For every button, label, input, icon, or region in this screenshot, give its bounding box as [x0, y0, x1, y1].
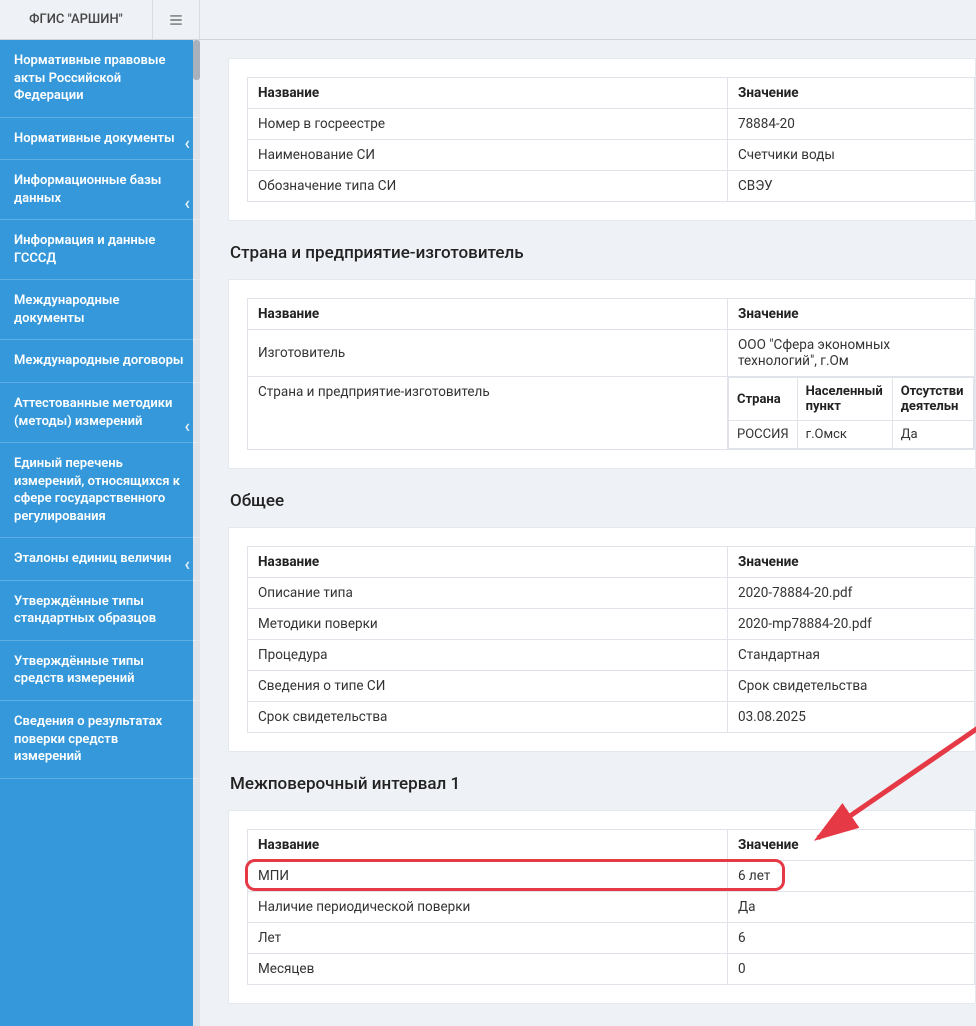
cell-name: Наименование СИ [248, 140, 728, 171]
section-title-general: Общее [230, 491, 976, 511]
cell-value: Да [728, 892, 975, 923]
col-name: Название [248, 78, 728, 109]
cell-inner-table: Страна Населенный пункт Отсутстви деятел… [728, 377, 975, 450]
cell-country: РОССИЯ [729, 421, 798, 449]
sidebar-item[interactable]: Утверждённые типы стандартных образцов [0, 581, 200, 641]
cell-name: МПИ [248, 861, 728, 892]
table-row: ПроцедураСтандартная [248, 640, 975, 671]
layout: Нормативные правовые акты Российской Фед… [0, 40, 976, 1026]
cell-value: Срок свидетельства [728, 671, 975, 702]
cell-name: Сведения о типе СИ [248, 671, 728, 702]
table-row: Страна и предприятие-изготовитель Страна… [248, 377, 975, 450]
cell-value: 0 [728, 954, 975, 985]
sidebar-item[interactable]: Информация и данные ГСССД [0, 220, 200, 280]
col-name: Название [248, 299, 728, 330]
cell-absence: Да [892, 421, 973, 449]
cell-name: Описание типа [248, 578, 728, 609]
cell-value: 03.08.2025 [728, 702, 975, 733]
table-row: Описание типа2020-78884-20.pdf [248, 578, 975, 609]
cell-value: 2020-78884-20.pdf [728, 578, 975, 609]
app-title: ФГИС "АРШИН" [0, 0, 152, 39]
cell-name: Изготовитель [248, 330, 728, 377]
chevron-left-icon: ‹ [184, 418, 190, 436]
table-manufacturer: Название Значение Изготовитель ООО "Сфер… [247, 298, 975, 450]
table-row: Срок свидетельства03.08.2025 [248, 702, 975, 733]
sidebar-item[interactable]: Международные договоры [0, 340, 200, 383]
cell-name: Процедура [248, 640, 728, 671]
sidebar-item[interactable]: Нормативные правовые акты Российской Фед… [0, 40, 200, 118]
table-registry: Название Значение Номер в госреестре7888… [247, 77, 975, 202]
panel-interval: Название Значение МПИ6 летНаличие период… [228, 810, 976, 1004]
cell-name: Лет [248, 923, 728, 954]
inner-col-country: Страна [729, 378, 798, 421]
table-row: Методики поверки2020-mp78884-20.pdf [248, 609, 975, 640]
cell-name: Наличие периодической поверки [248, 892, 728, 923]
cell-value: 2020-mp78884-20.pdf [728, 609, 975, 640]
sidebar-item[interactable]: Утверждённые типы средств измерений [0, 641, 200, 701]
col-value: Значение [728, 78, 975, 109]
table-row: Лет6 [248, 923, 975, 954]
table-row: Месяцев0 [248, 954, 975, 985]
table-row: Обозначение типа СИСВЭУ [248, 171, 975, 202]
cell-name: Методики поверки [248, 609, 728, 640]
hamburger-icon [169, 13, 183, 27]
sidebar-item[interactable]: Единый перечень измерений, относящихся к… [0, 443, 200, 538]
table-row: Наименование СИСчетчики воды [248, 140, 975, 171]
cell-value: 6 [728, 923, 975, 954]
cell-name: Номер в госреестре [248, 109, 728, 140]
sidebar-item[interactable]: Международные документы [0, 280, 200, 340]
cell-value: 78884-20 [728, 109, 975, 140]
sidebar-item[interactable]: Эталоны единиц величин‹ [0, 538, 200, 581]
table-row: Изготовитель ООО "Сфера экономных технол… [248, 330, 975, 377]
cell-value: 6 лет [728, 861, 975, 892]
sidebar-item[interactable]: Сведения о результатах поверки средств и… [0, 701, 200, 779]
section-title-interval: Межповерочный интервал 1 [230, 774, 976, 794]
inner-col-locality: Населенный пункт [797, 378, 892, 421]
panel-manufacturer: Название Значение Изготовитель ООО "Сфер… [228, 279, 976, 469]
cell-name: Месяцев [248, 954, 728, 985]
chevron-left-icon: ‹ [184, 135, 190, 153]
table-interval: Название Значение МПИ6 летНаличие период… [247, 829, 975, 985]
main-content: Название Значение Номер в госреестре7888… [200, 40, 976, 1026]
sidebar-item[interactable]: Информационные базы данных‹ [0, 160, 200, 220]
cell-name: Срок свидетельства [248, 702, 728, 733]
col-value: Значение [728, 299, 975, 330]
section-title-manufacturer: Страна и предприятие-изготовитель [230, 243, 976, 263]
cell-name: Страна и предприятие-изготовитель [248, 377, 728, 450]
sidebar: Нормативные правовые акты Российской Фед… [0, 40, 200, 1026]
table-row: Сведения о типе СИСрок свидетельства [248, 671, 975, 702]
col-name: Название [248, 830, 728, 861]
sidebar-item[interactable]: Нормативные документы‹ [0, 118, 200, 161]
table-general: Название Значение Описание типа2020-7888… [247, 546, 975, 733]
cell-value: СВЭУ [728, 171, 975, 202]
cell-value: ООО "Сфера экономных технологий", г.Ом [728, 330, 975, 377]
table-row: РОССИЯ г.Омск Да [729, 421, 974, 449]
cell-name: Обозначение типа СИ [248, 171, 728, 202]
hamburger-button[interactable] [152, 0, 200, 39]
table-row: МПИ6 лет [248, 861, 975, 892]
inner-table-country: Страна Населенный пункт Отсутстви деятел… [728, 377, 974, 449]
inner-col-absence: Отсутстви деятельн [892, 378, 973, 421]
chevron-left-icon: ‹ [184, 195, 190, 213]
table-row: Наличие периодической поверкиДа [248, 892, 975, 923]
topbar: ФГИС "АРШИН" [0, 0, 976, 40]
col-value: Значение [728, 830, 975, 861]
cell-value: Стандартная [728, 640, 975, 671]
col-value: Значение [728, 547, 975, 578]
chevron-left-icon: ‹ [184, 556, 190, 574]
col-name: Название [248, 547, 728, 578]
panel-registry: Название Значение Номер в госреестре7888… [228, 58, 976, 221]
table-row: Номер в госреестре78884-20 [248, 109, 975, 140]
sidebar-item[interactable]: Аттестованные методики (методы) измерени… [0, 383, 200, 443]
cell-value: Счетчики воды [728, 140, 975, 171]
cell-locality: г.Омск [797, 421, 892, 449]
panel-general: Название Значение Описание типа2020-7888… [228, 527, 976, 752]
